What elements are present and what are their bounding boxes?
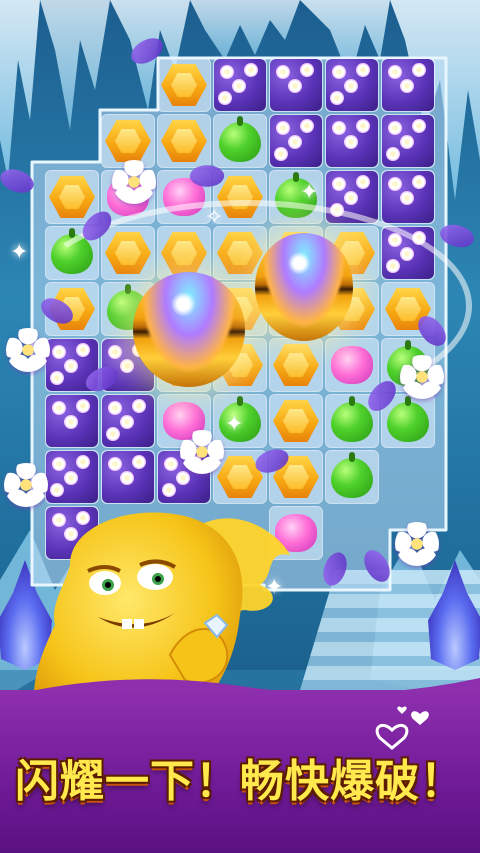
slogan-text: 闪耀一下！畅快爆破！ bbox=[15, 756, 465, 807]
purple-flower-block-icon bbox=[46, 451, 98, 503]
small-white-flower-icon bbox=[176, 471, 190, 485]
small-white-flower-icon bbox=[412, 175, 426, 189]
green-apple-gem-icon bbox=[387, 396, 429, 442]
small-white-flower-icon bbox=[132, 399, 146, 413]
small-white-flower-icon bbox=[388, 121, 402, 135]
board-cell[interactable] bbox=[325, 58, 379, 112]
small-white-flower-icon bbox=[344, 191, 358, 205]
small-white-flower-icon bbox=[244, 63, 258, 77]
board-cell[interactable] bbox=[325, 450, 379, 504]
purple-flower-block-icon bbox=[270, 59, 322, 111]
small-white-flower-icon bbox=[356, 175, 370, 189]
small-white-flower-icon bbox=[400, 135, 414, 149]
purple-flower-block-icon bbox=[382, 171, 434, 223]
board-cell[interactable] bbox=[45, 394, 99, 448]
small-white-flower-icon bbox=[120, 471, 134, 485]
purple-flower-block-icon bbox=[326, 115, 378, 167]
small-white-flower-icon bbox=[330, 91, 344, 105]
small-white-flower-icon bbox=[218, 91, 232, 105]
board-cell[interactable] bbox=[381, 170, 435, 224]
board-cell[interactable] bbox=[101, 450, 155, 504]
small-white-flower-icon bbox=[300, 63, 314, 77]
board-cell[interactable] bbox=[157, 58, 211, 112]
small-white-flower-icon bbox=[332, 65, 346, 79]
small-white-flower-icon bbox=[120, 415, 134, 429]
small-white-flower-icon bbox=[64, 415, 78, 429]
small-white-flower-icon bbox=[52, 401, 66, 415]
small-white-flower-icon bbox=[400, 191, 414, 205]
white-flower-icon bbox=[395, 522, 439, 566]
small-white-flower-icon bbox=[412, 119, 426, 133]
small-white-flower-icon bbox=[50, 371, 64, 385]
green-apple-gem-icon bbox=[331, 452, 373, 498]
small-white-flower-icon bbox=[162, 483, 176, 497]
small-white-flower-icon bbox=[132, 455, 146, 469]
small-white-flower-icon bbox=[332, 121, 346, 135]
small-white-flower-icon bbox=[300, 119, 314, 133]
small-white-flower-icon bbox=[356, 119, 370, 133]
small-white-flower-icon bbox=[164, 457, 178, 471]
small-white-flower-icon bbox=[288, 135, 302, 149]
board-cell[interactable] bbox=[325, 114, 379, 168]
green-apple-gem-icon bbox=[219, 116, 261, 162]
sparkle-icon: ✦ bbox=[225, 412, 244, 437]
small-white-flower-icon bbox=[232, 79, 246, 93]
board-cell[interactable] bbox=[269, 58, 323, 112]
sparkle-icon: ✦ bbox=[300, 180, 319, 205]
rainbow-bomb-icon[interactable] bbox=[255, 233, 353, 341]
small-white-flower-icon bbox=[412, 63, 426, 77]
white-flower-icon bbox=[4, 463, 48, 507]
small-white-flower-icon bbox=[356, 63, 370, 77]
small-white-flower-icon bbox=[344, 135, 358, 149]
purple-flower-block-icon bbox=[102, 395, 154, 447]
small-white-flower-icon bbox=[52, 457, 66, 471]
purple-flower-block-icon bbox=[270, 115, 322, 167]
small-white-flower-icon bbox=[344, 79, 358, 93]
board-cell[interactable] bbox=[213, 114, 267, 168]
small-white-flower-icon bbox=[64, 471, 78, 485]
sparkle-icon: ✦ bbox=[10, 240, 29, 265]
rainbow-bomb-icon[interactable] bbox=[133, 272, 245, 387]
small-white-flower-icon bbox=[106, 427, 120, 441]
white-flower-icon bbox=[400, 355, 444, 399]
purple-flower-block-icon bbox=[102, 451, 154, 503]
board-cell[interactable] bbox=[269, 114, 323, 168]
small-white-flower-icon bbox=[108, 457, 122, 471]
white-flower-icon bbox=[112, 160, 156, 204]
white-flower-icon bbox=[180, 430, 224, 474]
board-cell[interactable] bbox=[213, 58, 267, 112]
purple-flower-block-icon bbox=[382, 59, 434, 111]
small-white-flower-icon bbox=[332, 177, 346, 191]
small-white-flower-icon bbox=[288, 79, 302, 93]
heart-icon bbox=[375, 706, 429, 750]
board-cell[interactable] bbox=[157, 114, 211, 168]
purple-flower-block-icon bbox=[46, 395, 98, 447]
small-white-flower-icon bbox=[76, 455, 90, 469]
small-white-flower-icon bbox=[220, 65, 234, 79]
small-white-flower-icon bbox=[276, 65, 290, 79]
small-white-flower-icon bbox=[388, 65, 402, 79]
small-white-flower-icon bbox=[386, 147, 400, 161]
purple-flower-block-icon bbox=[214, 59, 266, 111]
purple-flower-block-icon bbox=[326, 59, 378, 111]
board-cell[interactable] bbox=[101, 394, 155, 448]
honey-hex-gem-icon bbox=[161, 64, 207, 106]
small-white-flower-icon bbox=[400, 79, 414, 93]
board-cell[interactable] bbox=[381, 58, 435, 112]
small-white-flower-icon bbox=[50, 483, 64, 497]
board-cell[interactable] bbox=[381, 114, 435, 168]
honey-hex-gem-icon bbox=[49, 176, 95, 218]
honey-hex-gem-icon bbox=[161, 120, 207, 162]
purple-flower-block-icon bbox=[382, 115, 434, 167]
small-white-flower-icon bbox=[108, 401, 122, 415]
green-apple-gem-icon bbox=[331, 396, 373, 442]
small-white-flower-icon bbox=[76, 399, 90, 413]
small-white-flower-icon bbox=[388, 177, 402, 191]
board-cell[interactable] bbox=[45, 450, 99, 504]
small-white-flower-icon bbox=[274, 147, 288, 161]
small-white-flower-icon bbox=[276, 121, 290, 135]
honey-hex-gem-icon bbox=[105, 120, 151, 162]
white-flower-icon bbox=[6, 328, 50, 372]
sparkle-icon: ✧ bbox=[205, 205, 224, 230]
